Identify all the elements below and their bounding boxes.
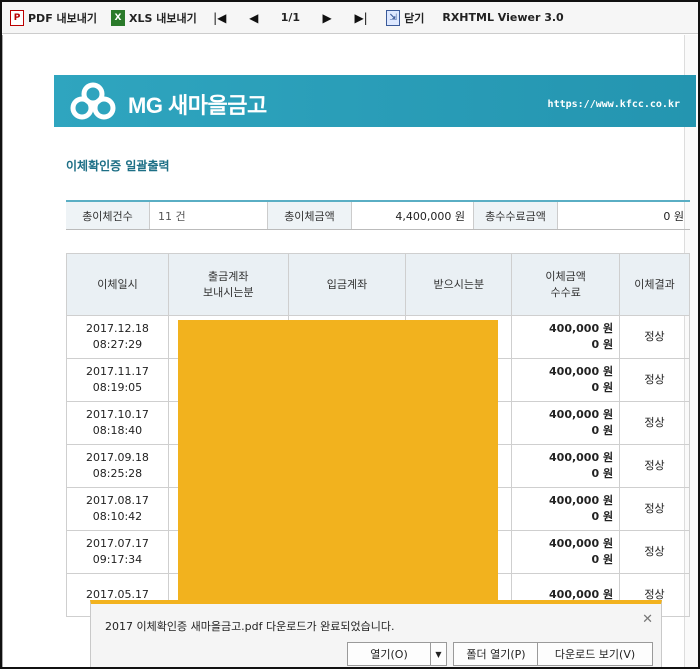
next-page-button[interactable]: ▶ — [314, 6, 340, 30]
first-page-icon: |◀ — [213, 10, 227, 25]
prev-page-button[interactable]: ◀ — [241, 6, 267, 30]
header-to-account: 입금계좌 — [287, 253, 407, 316]
total-count-value: 11 건 — [150, 202, 268, 229]
open-folder-button[interactable]: 폴더 열기(P) — [453, 642, 539, 666]
view-downloads-label: 다운로드 보기(V) — [554, 648, 636, 661]
cell-datetime: 2017.12.18 08:27:29 — [66, 315, 169, 359]
pdf-export-button[interactable]: P PDF 내보내기 — [6, 6, 101, 30]
redaction-overlay — [178, 320, 498, 620]
close-door-icon: ⇲ — [386, 9, 401, 26]
cell-result: 정상 — [619, 358, 690, 402]
close-icon[interactable]: ✕ — [642, 612, 653, 627]
header-result: 이체결과 — [619, 253, 690, 316]
cell-amount: 400,000 원0 원 — [511, 444, 621, 488]
last-page-icon: ▶| — [354, 10, 368, 25]
viewer-title: RXHTML Viewer 3.0 — [442, 11, 564, 24]
summary-row: 총이체건수 11 건 총이체금액 4,400,000 원 총수수료금액 0 원 — [66, 200, 690, 230]
xls-icon: X — [111, 9, 126, 26]
header-date: 이체일시 — [66, 253, 169, 316]
report-title: 이체확인증 일괄출력 — [66, 159, 170, 173]
bank-logo-text: MG 새마을금고 — [128, 93, 267, 118]
bank-url: https://www.kfcc.co.kr — [547, 99, 680, 110]
close-label: 닫기 — [404, 11, 425, 25]
cell-result: 정상 — [619, 401, 690, 445]
xls-export-button[interactable]: X XLS 내보내기 — [107, 6, 201, 30]
download-notification-bar: 2017 이체확인증 새마을금고.pdf 다운로드가 완료되었습니다. ✕ 열기… — [90, 600, 662, 667]
viewer-window: P PDF 내보내기 X XLS 내보내기 |◀ ◀ 1/1 ▶ ▶| ⇲ 닫기… — [0, 0, 700, 669]
view-downloads-button[interactable]: 다운로드 보기(V) — [537, 642, 653, 666]
report-page: MG 새마을금고 https://www.kfcc.co.kr — [54, 42, 696, 127]
total-amount-label: 총이체금액 — [268, 202, 352, 229]
cell-result: 정상 — [619, 530, 690, 574]
prev-page-icon: ◀ — [249, 10, 259, 25]
page-indicator: 1/1 — [280, 11, 301, 24]
pdf-export-label: PDF 내보내기 — [28, 11, 98, 25]
bank-banner: MG 새마을금고 https://www.kfcc.co.kr — [54, 75, 696, 127]
table-header-row: 이체일시 출금계좌 보내시는분 입금계좌 받으시는분 이체금액 수수료 이체결과 — [66, 253, 690, 316]
open-options-button[interactable]: ▼ — [431, 642, 447, 666]
cell-result: 정상 — [619, 487, 690, 531]
pdf-icon: P — [10, 9, 24, 26]
download-message: 2017 이체확인증 새마을금고.pdf 다운로드가 완료되었습니다. — [105, 620, 395, 633]
next-page-icon: ▶ — [322, 10, 332, 25]
header-amount: 이체금액 수수료 — [511, 253, 621, 316]
cell-amount: 400,000 원0 원 — [511, 530, 621, 574]
open-file-label: 열기(O) — [370, 648, 408, 661]
cell-datetime: 2017.08.17 08:10:42 — [66, 487, 169, 531]
cell-datetime: 2017.09.18 08:25:28 — [66, 444, 169, 488]
total-count-label: 총이체건수 — [66, 202, 150, 229]
cell-result: 정상 — [619, 444, 690, 488]
last-page-button[interactable]: ▶| — [348, 6, 374, 30]
xls-export-label: XLS 내보내기 — [129, 11, 197, 25]
total-fee-label: 총수수료금액 — [474, 202, 558, 229]
open-file-button[interactable]: 열기(O) — [347, 642, 431, 666]
cell-datetime: 2017.11.17 08:19:05 — [66, 358, 169, 402]
chevron-down-icon: ▼ — [435, 649, 442, 659]
open-folder-label: 폴더 열기(P) — [466, 648, 526, 661]
first-page-button[interactable]: |◀ — [207, 6, 233, 30]
cell-amount: 400,000 원0 원 — [511, 487, 621, 531]
cell-result: 정상 — [619, 315, 690, 359]
mg-logo-icon — [70, 82, 116, 120]
cell-amount: 400,000 원0 원 — [511, 358, 621, 402]
toolbar: P PDF 내보내기 X XLS 내보내기 |◀ ◀ 1/1 ▶ ▶| ⇲ 닫기… — [2, 2, 698, 34]
cell-datetime: 2017.07.17 09:17:34 — [66, 530, 169, 574]
total-amount-value: 4,400,000 원 — [352, 202, 474, 229]
header-from: 출금계좌 보내시는분 — [167, 253, 289, 316]
header-recipient: 받으시는분 — [405, 253, 513, 316]
cell-amount: 400,000 원0 원 — [511, 401, 621, 445]
total-fee-value: 0 원 — [663, 209, 684, 223]
cell-amount: 400,000 원0 원 — [511, 315, 621, 359]
cell-datetime: 2017.10.17 08:18:40 — [66, 401, 169, 445]
close-button[interactable]: ⇲ 닫기 — [382, 6, 428, 30]
